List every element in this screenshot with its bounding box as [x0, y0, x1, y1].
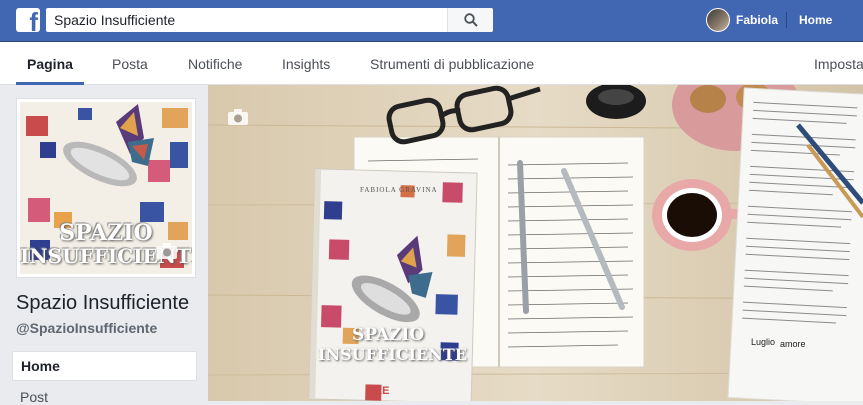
sidebar-item-home[interactable]: Home: [12, 351, 197, 381]
book-title-line2: INSUFFICIENTE: [318, 345, 467, 364]
cover-camera-icon[interactable]: [227, 108, 249, 126]
tab-posta[interactable]: Posta: [112, 42, 148, 85]
cover-photo-image: [208, 85, 863, 401]
profile-picture[interactable]: SPAZIO INSUFFICIENTE: [16, 98, 196, 278]
sidebar-item-post[interactable]: Post: [20, 389, 48, 405]
nav-divider: [786, 12, 787, 28]
facebook-logo-icon[interactable]: f: [16, 8, 40, 32]
tab-pagina[interactable]: Pagina: [16, 42, 84, 85]
user-profile-link[interactable]: Fabiola: [706, 8, 778, 32]
cover-photo[interactable]: FABIOLA GRAVINA SPAZIO INSUFFICIENTE 2E …: [208, 85, 863, 401]
camera-icon[interactable]: [156, 242, 178, 260]
search-input[interactable]: [46, 8, 446, 32]
avatar: [706, 8, 730, 32]
page-title[interactable]: Spazio Insufficiente: [16, 292, 189, 315]
book-badge: 2E: [376, 385, 390, 397]
tab-notifiche[interactable]: Notifiche: [188, 42, 242, 85]
top-navigation-bar: f Fabiola Home: [0, 0, 863, 42]
facebook-logo-letter: f: [29, 8, 38, 32]
tab-impostazioni[interactable]: Impostazioni: [814, 42, 863, 85]
notes-label-month: Luglio: [751, 337, 776, 347]
tab-strumenti-di-pubblicazione[interactable]: Strumenti di pubblicazione: [370, 42, 534, 85]
search-box: [46, 8, 493, 32]
page-tabs: Pagina Posta Notifiche Insights Strument…: [0, 42, 863, 85]
user-name: Fabiola: [736, 13, 779, 27]
book-author: FABIOLA GRAVINA: [360, 186, 438, 194]
tab-insights[interactable]: Insights: [282, 42, 330, 85]
search-icon: [464, 13, 478, 27]
profile-picture-image: SPAZIO INSUFFICIENTE: [20, 102, 192, 274]
page-username[interactable]: @SpazioInsufficiente: [16, 320, 157, 336]
search-button[interactable]: [447, 8, 493, 32]
book-title-line1: SPAZIO: [352, 325, 425, 345]
notes-label-word: amore: [780, 339, 806, 349]
home-link[interactable]: Home: [799, 13, 832, 27]
